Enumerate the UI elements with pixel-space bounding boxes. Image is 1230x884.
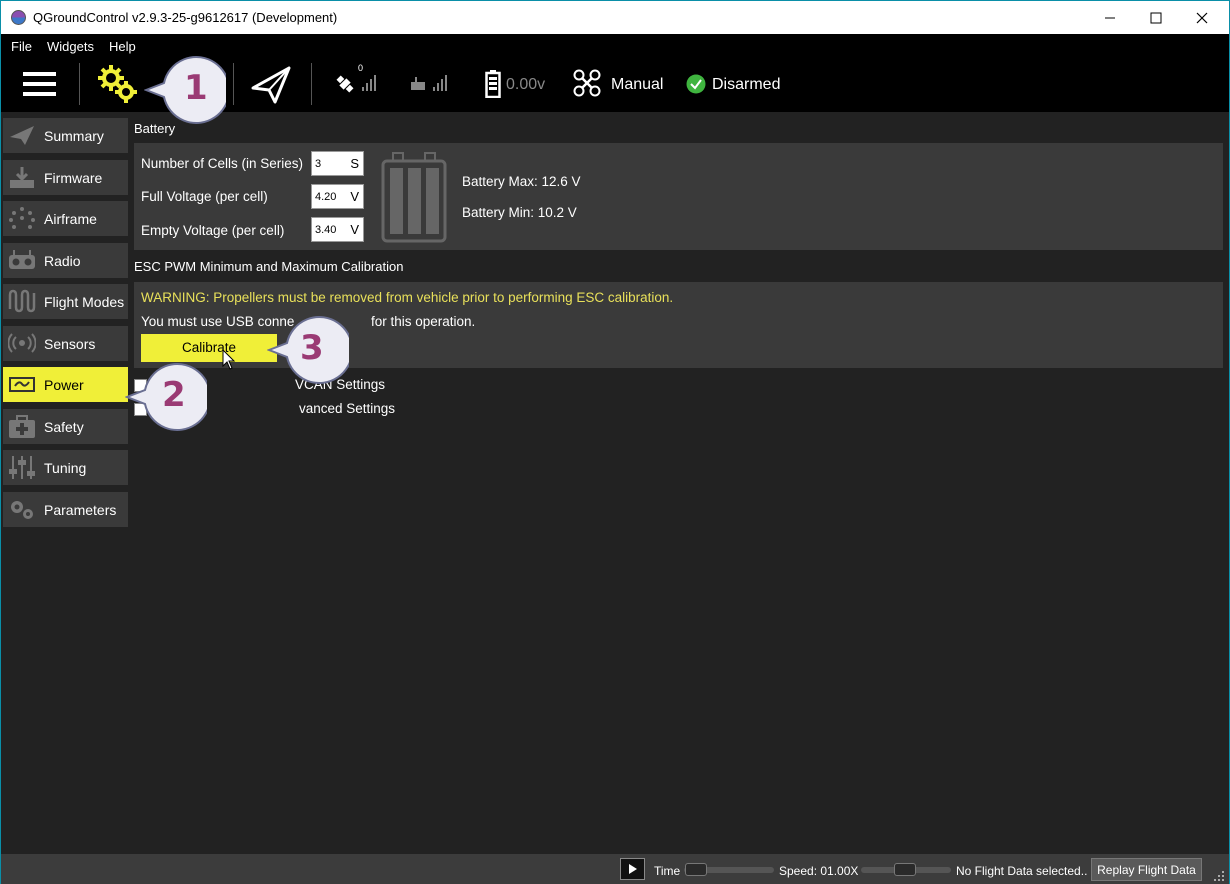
sidebar-item-power[interactable]: Power bbox=[3, 367, 128, 402]
power-plug-icon bbox=[9, 377, 35, 392]
minimize-icon bbox=[1105, 17, 1115, 18]
resize-grip-icon[interactable] bbox=[1213, 870, 1225, 884]
title-bar: QGroundControl v2.9.3-25-g9612617 (Devel… bbox=[1, 1, 1229, 34]
full-voltage-field[interactable]: 4.20 V bbox=[311, 184, 364, 209]
qgc-logo-icon bbox=[11, 10, 26, 25]
empty-voltage-field[interactable]: 3.40 V bbox=[311, 217, 364, 242]
empty-voltage-value: 3.40 bbox=[315, 224, 337, 236]
flight-data-status: No Flight Data selected.. bbox=[956, 864, 1088, 878]
maximize-icon bbox=[1150, 12, 1162, 23]
callout-3: 3 bbox=[266, 315, 354, 385]
full-voltage-label: Full Voltage (per cell) bbox=[141, 189, 268, 204]
cells-unit: S bbox=[350, 156, 359, 171]
sidebar-item-summary[interactable]: Summary bbox=[3, 118, 128, 153]
callout-2: 2 bbox=[124, 362, 212, 432]
full-voltage-value: 4.20 bbox=[315, 191, 337, 203]
esc-warning-text: WARNING: Propellers must be removed from… bbox=[141, 290, 674, 305]
close-button[interactable] bbox=[1179, 1, 1225, 34]
mouse-cursor-icon bbox=[222, 348, 236, 376]
callout-number: 2 bbox=[162, 375, 186, 415]
callout-number: 1 bbox=[184, 68, 208, 108]
check-circle-icon bbox=[686, 74, 706, 99]
toolbar-separator bbox=[233, 63, 234, 105]
paper-plane-icon bbox=[10, 126, 34, 145]
usb-note-tail: for this operation. bbox=[371, 314, 476, 329]
sliders-icon bbox=[9, 456, 35, 479]
sidebar-item-firmware[interactable]: Firmware bbox=[3, 160, 128, 195]
toolbar-separator bbox=[311, 63, 312, 105]
gps-satellite-icon[interactable]: 0 bbox=[334, 63, 382, 102]
cells-field[interactable]: 3 S bbox=[311, 151, 364, 176]
sidebar-item-flight-modes[interactable]: Flight Modes bbox=[3, 284, 128, 319]
minimize-button[interactable] bbox=[1087, 1, 1133, 34]
battery-voltage: 0.00v bbox=[506, 76, 546, 93]
cells-label: Number of Cells (in Series) bbox=[141, 156, 304, 171]
sidebar-item-label: Power bbox=[44, 377, 84, 393]
empty-voltage-unit: V bbox=[350, 222, 359, 237]
play-button[interactable] bbox=[620, 858, 645, 880]
drone-frame-icon[interactable] bbox=[573, 69, 601, 102]
menu-help[interactable]: Help bbox=[109, 39, 136, 54]
replay-flight-data-button[interactable]: Replay Flight Data bbox=[1091, 858, 1202, 881]
calibrate-button[interactable]: Calibrate bbox=[141, 334, 277, 362]
flight-mode-label[interactable]: Manual bbox=[611, 76, 663, 94]
battery-image-icon bbox=[381, 151, 447, 248]
time-slider-handle[interactable] bbox=[685, 863, 707, 876]
toolbar-separator bbox=[79, 63, 80, 105]
sidebar-item-label: Parameters bbox=[44, 502, 117, 518]
sidebar-item-label: Safety bbox=[44, 419, 84, 435]
arm-status-label[interactable]: Disarmed bbox=[712, 76, 780, 94]
empty-voltage-label: Empty Voltage (per cell) bbox=[141, 223, 285, 238]
rc-transmitter-icon bbox=[9, 250, 35, 269]
sidebar-item-label: Firmware bbox=[44, 170, 103, 186]
speed-label: Speed: 01.00X bbox=[779, 864, 859, 878]
menu-bar: File Widgets Help bbox=[1, 34, 1229, 57]
sidebar-item-sensors[interactable]: Sensors bbox=[3, 326, 128, 361]
first-aid-kit-icon bbox=[9, 415, 35, 438]
sidebar-item-label: Radio bbox=[44, 253, 81, 269]
close-icon bbox=[1196, 12, 1208, 23]
full-voltage-unit: V bbox=[350, 189, 359, 204]
vehicle-setup-gears-icon[interactable] bbox=[97, 64, 139, 109]
menu-widgets[interactable]: Widgets bbox=[47, 39, 94, 54]
sidebar-item-tuning[interactable]: Tuning bbox=[3, 450, 128, 485]
sidebar-item-parameters[interactable]: Parameters bbox=[3, 492, 128, 527]
sidebar-item-label: Flight Modes bbox=[44, 294, 125, 310]
callout-1: 1 bbox=[143, 55, 231, 125]
flight-data-replay-bar: Time Speed: 01.00X No Flight Data select… bbox=[1, 854, 1229, 884]
gps-count: 0 bbox=[358, 63, 364, 73]
download-icon bbox=[10, 167, 34, 188]
play-icon bbox=[629, 864, 637, 874]
callout-number: 3 bbox=[300, 328, 324, 368]
menu-file[interactable]: File bbox=[11, 39, 32, 54]
sidebar-item-safety[interactable]: Safety bbox=[3, 409, 128, 444]
dotted-circle-icon bbox=[9, 207, 35, 229]
gears-icon bbox=[11, 501, 33, 519]
sidebar-item-radio[interactable]: Radio bbox=[3, 243, 128, 278]
radio-waves-icon bbox=[8, 333, 36, 353]
wave-icon bbox=[8, 289, 36, 313]
speed-slider-handle[interactable] bbox=[894, 863, 916, 876]
app-window: QGroundControl v2.9.3-25-g9612617 (Devel… bbox=[0, 0, 1230, 884]
sidebar-item-label: Summary bbox=[44, 128, 104, 144]
hamburger-menu-icon[interactable] bbox=[23, 71, 57, 102]
cells-value: 3 bbox=[315, 158, 322, 170]
maximize-button[interactable] bbox=[1133, 1, 1179, 34]
battery-max-text: Battery Max: 12.6 V bbox=[462, 174, 581, 189]
sidebar-item-label: Airframe bbox=[44, 211, 97, 227]
plan-paper-plane-icon[interactable] bbox=[251, 66, 291, 109]
battery-icon[interactable] bbox=[485, 70, 501, 103]
time-label: Time bbox=[654, 864, 681, 878]
esc-section-title: ESC PWM Minimum and Maximum Calibration bbox=[134, 259, 404, 274]
advanced-settings-label: vanced Settings bbox=[299, 401, 396, 416]
sidebar-item-label: Sensors bbox=[44, 336, 96, 352]
rc-signal-icon[interactable] bbox=[409, 73, 455, 100]
battery-min-text: Battery Min: 10.2 V bbox=[462, 205, 577, 220]
sidebar-item-label: Tuning bbox=[44, 460, 87, 476]
battery-panel: Number of Cells (in Series) 3 S Full Vol… bbox=[134, 143, 1223, 250]
window-title: QGroundControl v2.9.3-25-g9612617 (Devel… bbox=[33, 10, 338, 25]
sidebar-item-airframe[interactable]: Airframe bbox=[3, 201, 128, 236]
